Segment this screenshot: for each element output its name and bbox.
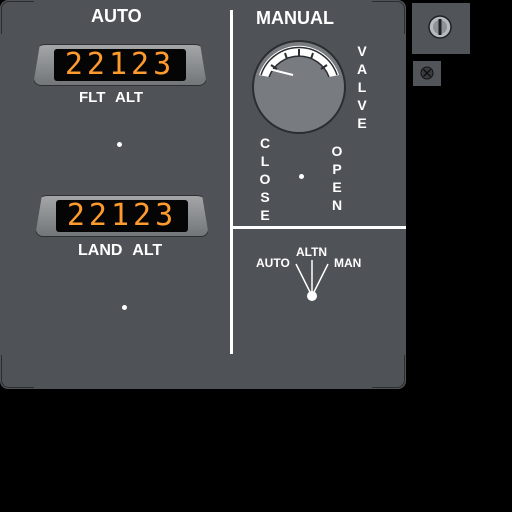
valve-label: VALVE	[356, 43, 368, 131]
mode-selector-knob-icon[interactable]	[282, 256, 342, 304]
auto-section-title: AUTO	[91, 6, 142, 26]
screw-panel	[412, 3, 470, 54]
open-label: OPEN	[331, 143, 343, 213]
pressurization-panel: AUTO 22123 FLT ALT 22123 LAND ALT MANUAL…	[0, 0, 406, 389]
indicator-panel	[413, 61, 441, 86]
screw-icon	[428, 15, 452, 39]
land-alt-display[interactable]: 22123	[35, 195, 209, 237]
flt-alt-display[interactable]: 22123	[33, 44, 207, 86]
panel-corner	[372, 355, 405, 388]
flt-alt-value: 22123	[54, 49, 186, 81]
close-label: CLOSE	[259, 135, 271, 223]
flt-alt-label: FLT ALT	[79, 89, 144, 106]
indicator-light-icon[interactable]	[420, 66, 434, 80]
indicator-dot	[122, 305, 127, 310]
valve-switch-dot[interactable]	[299, 174, 304, 179]
land-alt-label: LAND ALT	[78, 242, 163, 259]
land-alt-value: 22123	[56, 200, 188, 232]
section-divider	[232, 226, 406, 229]
panel-corner	[372, 1, 405, 34]
section-divider	[230, 10, 233, 354]
panel-corner	[1, 1, 34, 34]
valve-position-gauge-icon	[252, 40, 346, 134]
manual-section-title: MANUAL	[256, 8, 334, 28]
indicator-dot	[117, 142, 122, 147]
panel-corner	[1, 355, 34, 388]
